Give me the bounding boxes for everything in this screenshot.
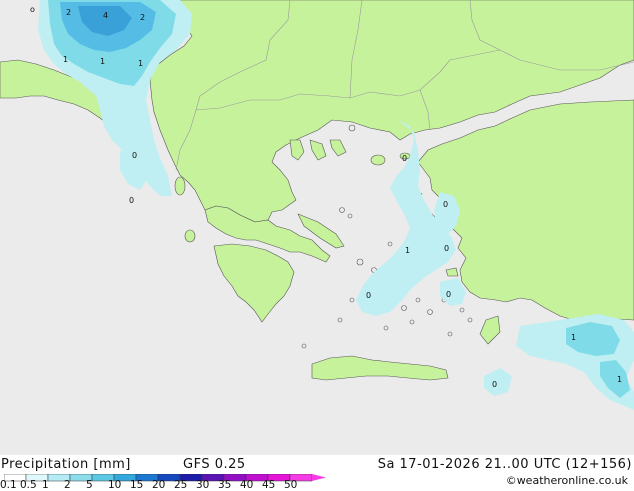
land-thassos — [370, 154, 386, 166]
map-label: 0 — [129, 196, 134, 205]
map-label: 1 — [63, 55, 68, 64]
map-label: 1 — [405, 246, 410, 255]
credit-link[interactable]: ©weatheronline.co.uk — [506, 474, 628, 487]
colorbar-tick-label: 25 — [174, 479, 188, 491]
land-corfu — [174, 176, 186, 196]
land-kefalonia — [184, 229, 196, 243]
model-label: GFS 0.25 — [183, 457, 246, 472]
map-footer: Precipitation [mm] GFS 0.25 Sa 17-01-202… — [0, 455, 634, 491]
map-label: 0 — [402, 154, 407, 163]
map-label: 1 — [571, 333, 576, 342]
map-label: 0 — [446, 290, 451, 299]
colorbar-tick-label: 40 — [240, 479, 254, 491]
colorbar-arrow — [312, 474, 326, 481]
map-label: 4 — [103, 11, 108, 20]
colorbar-tick-label: 1 — [42, 479, 49, 491]
map-label: 2 — [66, 8, 71, 17]
colorbar-tick-label: 10 — [108, 479, 122, 491]
map-label: o — [30, 5, 35, 14]
map-label: 1 — [617, 375, 622, 384]
valid-time: Sa 17-01-2026 21..00 UTC (12+156) — [377, 457, 632, 472]
map-title: Precipitation [mm] — [1, 457, 131, 472]
precip-colorbar — [4, 474, 326, 482]
map-label: 0 — [492, 380, 497, 389]
map-label: 2 — [140, 13, 145, 22]
colorbar-tick-label: 0.1 — [0, 479, 17, 491]
map-label: 0 — [443, 200, 448, 209]
map-label: 0 — [366, 291, 371, 300]
colorbar-tick-label: 0.5 — [20, 479, 37, 491]
colorbar-tick-label: 5 — [86, 479, 93, 491]
colorbar-tick-label: 30 — [196, 479, 210, 491]
map-label: 1 — [138, 59, 143, 68]
colorbar-tick-label: 50 — [284, 479, 298, 491]
colorbar-tick-label: 35 — [218, 479, 232, 491]
map-label: 1 — [100, 57, 105, 66]
map-label: 0 — [132, 151, 137, 160]
colorbar-tick-label: 15 — [130, 479, 144, 491]
colorbar-tick-label: 2 — [64, 479, 71, 491]
colorbar-tick-label: 20 — [152, 479, 166, 491]
colorbar-tick-label: 45 — [262, 479, 276, 491]
map-label: 0 — [444, 244, 449, 253]
precipitation-map: o 2 4 2 1 1 1 0 0 0 0 0 1 0 0 1 0 1 — [0, 0, 634, 455]
